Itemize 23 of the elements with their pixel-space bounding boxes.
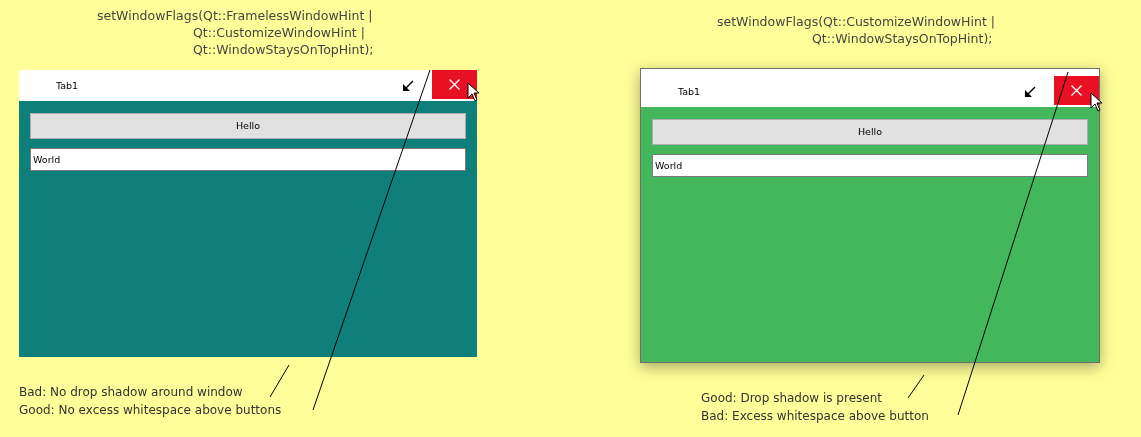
close-icon <box>1071 85 1082 96</box>
leader-line <box>907 374 925 399</box>
arrow-icon[interactable] <box>1025 86 1036 97</box>
hello-button[interactable]: Hello <box>652 119 1088 145</box>
close-icon <box>449 79 460 90</box>
tab[interactable]: Tab1 <box>678 85 701 100</box>
leader-line <box>269 364 290 398</box>
code-line: Qt::WindowStaysOnTopHint); <box>193 41 375 58</box>
code-line: setWindowFlags(Qt::CustomizeWindowHint | <box>717 13 996 30</box>
text-field[interactable]: World <box>652 154 1088 177</box>
arrow-icon[interactable] <box>403 80 414 91</box>
annotation: Good: Drop shadow is present <box>701 390 883 407</box>
close-button[interactable] <box>432 70 477 99</box>
annotation: Bad: No drop shadow around window <box>19 384 244 401</box>
code-line: Qt::WindowStaysOnTopHint); <box>812 30 994 47</box>
tab[interactable]: Tab1 <box>56 79 79 94</box>
annotation: Bad: Excess whitespace above button <box>701 408 929 425</box>
code-line: Qt::CustomizeWindowHint | <box>193 24 366 41</box>
close-button[interactable] <box>1054 76 1099 105</box>
hello-button[interactable]: Hello <box>30 113 466 139</box>
code-line: setWindowFlags(Qt::FramelessWindowHint | <box>97 7 374 24</box>
annotation: Good: No excess whitespace above buttons <box>19 402 282 419</box>
text-field[interactable]: World <box>30 148 466 171</box>
